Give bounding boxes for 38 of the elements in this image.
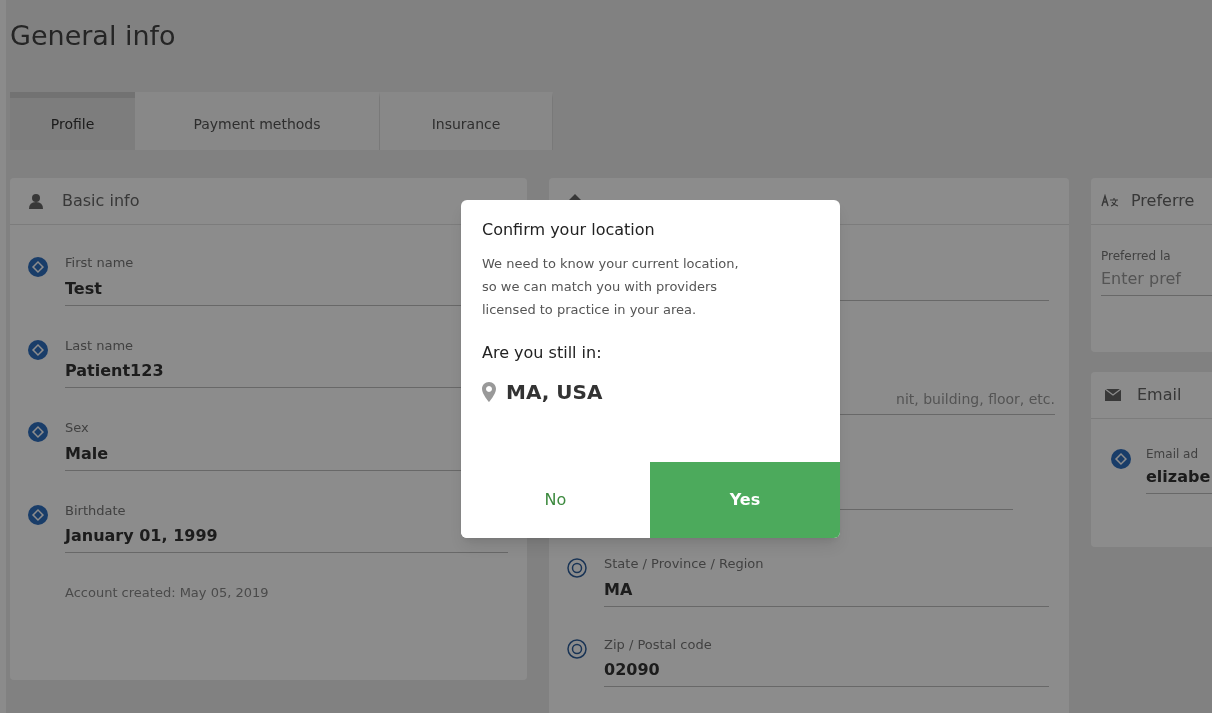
field-icon xyxy=(28,257,48,277)
card-title: Basic info xyxy=(62,190,140,212)
field-label: Email ad xyxy=(1146,446,1199,463)
account-created-text: Account created: May 05, 2019 xyxy=(65,584,270,602)
field-value[interactable]: MA xyxy=(604,577,633,602)
field-value[interactable]: January 01, 1999 xyxy=(65,524,218,548)
field-icon xyxy=(567,638,587,659)
field-label: Preferred la xyxy=(1101,248,1171,265)
field-label: Sex xyxy=(65,419,89,437)
location-text: MA, USA xyxy=(506,379,603,406)
dialog-title: Confirm your location xyxy=(482,219,656,241)
field-icon xyxy=(567,558,587,578)
field-label: Birthdate xyxy=(65,501,126,520)
page-title: General info xyxy=(9,19,177,53)
no-button[interactable]: No xyxy=(461,462,650,538)
field-value[interactable]: 02090 xyxy=(604,658,660,682)
tab[interactable]: Profile xyxy=(10,92,135,150)
field-icon xyxy=(28,504,48,525)
dialog-message: We need to know your current location, so we can match you with providers licensed to practice in your area. xyxy=(482,255,740,319)
envelope-icon xyxy=(1105,389,1121,401)
field-value[interactable]: Male xyxy=(65,441,109,466)
field-label: Zip / Postal code xyxy=(604,635,712,654)
question-text: Are you still in: xyxy=(482,342,603,364)
card-title: Preferre xyxy=(1131,190,1195,212)
field-label: Last name xyxy=(65,336,134,355)
yes-button[interactable]: Yes xyxy=(650,462,840,538)
user-icon xyxy=(28,193,44,209)
card-title: Email xyxy=(1137,384,1182,406)
translate-icon xyxy=(1101,194,1119,208)
field-icon xyxy=(1111,449,1131,469)
field-value[interactable]: Test xyxy=(65,276,102,301)
field-value[interactable]: elizabe xyxy=(1146,465,1211,489)
location-pin-icon xyxy=(482,382,496,402)
field-icon xyxy=(28,422,48,442)
field-icon xyxy=(28,339,48,360)
field-label: State / Province / Region xyxy=(604,555,764,573)
field-label: First name xyxy=(65,254,134,272)
field-value[interactable]: Patient123 xyxy=(65,359,164,383)
